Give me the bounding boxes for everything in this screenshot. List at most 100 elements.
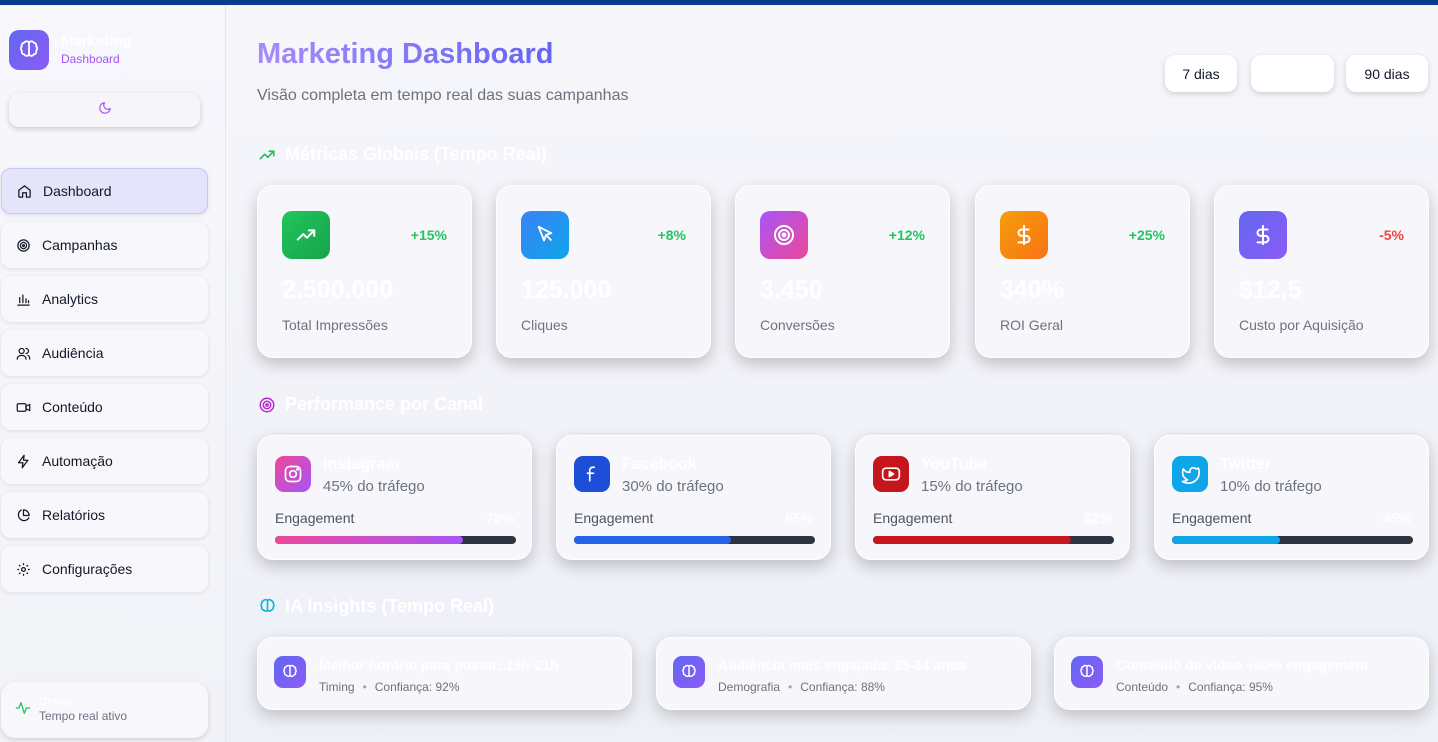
engagement-value: 65% (784, 510, 813, 526)
insight-category: Demografia (718, 680, 781, 694)
sidebar-item-automacao[interactable]: Automação (1, 438, 208, 484)
home-icon (16, 183, 32, 199)
insight-meta: Timing • Confiança: 92% (319, 680, 460, 694)
insight-confidence: Confiança: 88% (800, 680, 885, 694)
sidebar-item-label: Audiência (42, 345, 104, 361)
target-icon (257, 395, 277, 415)
status-subtitle: Tempo real ativo (39, 709, 128, 723)
engagement-progress-fill (574, 536, 731, 544)
engagement-progress-fill (873, 536, 1071, 544)
engagement-progress-bar (275, 536, 516, 544)
insights-section-title: IA Insights (Tempo Real) (257, 596, 494, 617)
metrics-section-title: Métricas Globais (Tempo Real) (257, 144, 547, 165)
channel-share: 30% do tráfego (622, 478, 724, 495)
sidebar-item-label: Automação (42, 453, 113, 469)
insight-confidence: Confiança: 92% (374, 680, 460, 694)
moon-icon (98, 101, 112, 120)
status-title: Online (39, 696, 74, 708)
insight-card: Conteúdo de vídeo +40% engagement Conteú… (1054, 637, 1429, 710)
dollar-icon (1000, 211, 1048, 259)
engagement-progress-bar (1172, 536, 1413, 544)
sidebar-item-configuracoes[interactable]: Configurações (1, 546, 208, 592)
channel-name: Twitter (1220, 456, 1272, 473)
channel-card-instagram: Instagram 45% do tráfego Engagement 78% (257, 435, 532, 560)
insight-meta: Demografia • Confiança: 88% (718, 680, 885, 694)
pie-chart-icon (15, 507, 31, 523)
sidebar-item-campanhas[interactable]: Campanhas (1, 222, 208, 268)
brain-icon (1071, 656, 1103, 688)
insight-category: Timing (319, 680, 355, 694)
engagement-value: 82% (1083, 510, 1112, 526)
brand-title: Marketing (61, 33, 132, 50)
metric-change: -5% (1379, 227, 1404, 243)
engagement-value: 45% (1382, 510, 1411, 526)
metric-value: 125.000 (521, 276, 612, 304)
range-30-days-button[interactable]: 30 dias (1251, 55, 1334, 92)
channel-card-twitter: Twitter 10% do tráfego Engagement 45% (1154, 435, 1429, 560)
sidebar-item-label: Configurações (42, 561, 133, 577)
channel-name: YouTube (921, 456, 988, 473)
main-content: Marketing Dashboard Visão completa em te… (226, 5, 1438, 742)
brain-icon (673, 656, 705, 688)
insight-category: Conteúdo (1116, 680, 1169, 694)
metric-label: ROI Geral (1000, 317, 1064, 333)
target-icon (15, 237, 31, 253)
metric-label: Conversões (760, 317, 835, 333)
insight-title: Melhor horário para postar: 19h-21h (319, 657, 559, 673)
sidebar-item-relatorios[interactable]: Relatórios (1, 492, 208, 538)
zap-icon (15, 453, 31, 469)
sidebar-item-audiencia[interactable]: Audiência (1, 330, 208, 376)
sidebar-nav: Dashboard Campanhas Analytics Audiência … (1, 168, 208, 600)
metric-value: $12,5 (1239, 276, 1302, 304)
metric-label: Cliques (521, 317, 568, 333)
insight-card: Melhor horário para postar: 19h-21h Timi… (257, 637, 632, 710)
trending-up-icon (257, 145, 277, 165)
metric-card-impressions: +15% 2.500.000 Total Impressões (257, 185, 472, 358)
section-title-label: Performance por Canal (285, 394, 484, 414)
channel-name: Instagram (323, 456, 400, 473)
metric-value: 340% (1000, 276, 1064, 304)
channel-card-youtube: YouTube 15% do tráfego Engagement 82% (855, 435, 1130, 560)
sidebar-item-analytics[interactable]: Analytics (1, 276, 208, 322)
trending-up-icon (282, 211, 330, 259)
channels-section-title: Performance por Canal (257, 394, 483, 415)
dollar-icon (1239, 211, 1287, 259)
sidebar-item-conteudo[interactable]: Conteúdo (1, 384, 208, 430)
channel-share: 10% do tráfego (1220, 478, 1322, 495)
sidebar-item-dashboard[interactable]: Dashboard (1, 168, 208, 214)
engagement-label: Engagement (574, 510, 654, 526)
engagement-progress-fill (1172, 536, 1281, 544)
engagement-label: Engagement (873, 510, 953, 526)
target-icon (760, 211, 808, 259)
engagement-progress-fill (275, 536, 463, 544)
channel-share: 45% do tráfego (323, 478, 425, 495)
metric-card-clicks: +8% 125.000 Cliques (496, 185, 711, 358)
metric-change: +12% (888, 227, 925, 243)
channel-name: Facebook (622, 456, 697, 473)
brand[interactable]: Marketing Dashboard (9, 30, 132, 70)
theme-toggle-button[interactable] (9, 93, 200, 127)
users-icon (15, 345, 31, 361)
status-card: Online Tempo real ativo (1, 682, 208, 738)
insight-title: Audiência mais engajada: 25-34 anos (718, 657, 967, 673)
sidebar-item-label: Analytics (42, 291, 99, 307)
channel-card-facebook: Facebook 30% do tráfego Engagement 65% (556, 435, 831, 560)
range-7-days-button[interactable]: 7 dias (1165, 55, 1237, 92)
gear-icon (15, 561, 31, 577)
metric-change: +8% (657, 227, 686, 243)
brain-icon (257, 597, 277, 617)
sidebar: Marketing Dashboard Dashboard Campanhas (0, 5, 226, 742)
brain-icon (274, 656, 306, 688)
section-title-label: IA Insights (Tempo Real) (285, 596, 495, 616)
twitter-icon (1172, 456, 1208, 492)
sidebar-item-label: Dashboard (43, 183, 112, 199)
cursor-icon (521, 211, 569, 259)
insight-title: Conteúdo de vídeo +40% engagement (1116, 657, 1369, 673)
page-title: Marketing Dashboard (257, 38, 554, 70)
metric-value: 2.500.000 (282, 276, 394, 304)
brand-subtitle: Dashboard (61, 52, 120, 66)
metric-label: Custo por Aquisição (1239, 317, 1364, 333)
sidebar-item-label: Relatórios (42, 507, 106, 523)
range-90-days-button[interactable]: 90 dias (1346, 55, 1428, 92)
instagram-icon (275, 456, 311, 492)
